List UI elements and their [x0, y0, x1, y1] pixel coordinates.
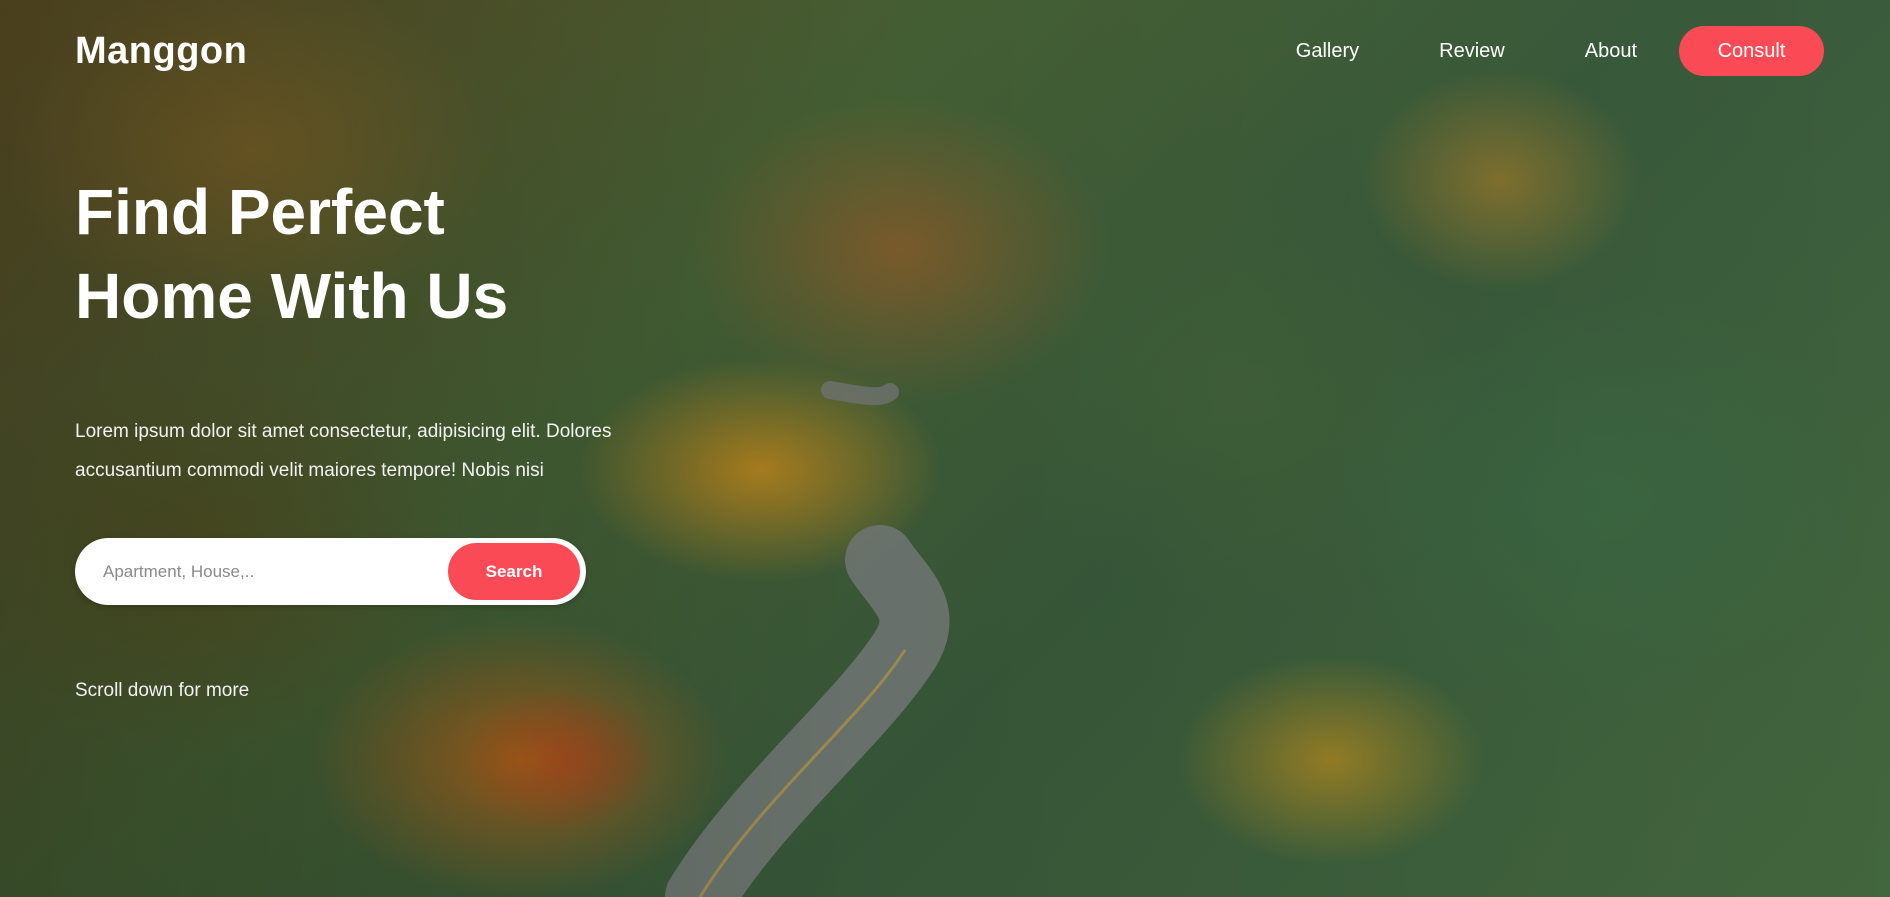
search-button[interactable]: Search: [448, 543, 580, 600]
search-bar: Search: [75, 538, 586, 605]
brand-logo[interactable]: Manggon: [75, 30, 247, 73]
hero-description-line-1: Lorem ipsum dolor sit amet consectetur, …: [75, 421, 612, 442]
hero-title: Find Perfect Home With Us: [75, 170, 508, 338]
hero-title-line-2: Home With Us: [75, 260, 509, 332]
main-nav: Gallery Review About Consult: [1296, 26, 1890, 76]
hero-description: Lorem ipsum dolor sit amet consectetur, …: [75, 412, 675, 490]
search-input[interactable]: [75, 538, 448, 605]
site-header: Manggon Gallery Review About Consult: [0, 0, 1890, 104]
nav-link-about[interactable]: About: [1585, 40, 1637, 63]
consult-button[interactable]: Consult: [1679, 26, 1824, 76]
scroll-down-hint[interactable]: Scroll down for more: [75, 680, 249, 702]
hero-title-line-1: Find Perfect: [75, 176, 445, 248]
nav-link-review[interactable]: Review: [1439, 40, 1505, 63]
hero-description-line-2: accusantium commodi velit maiores tempor…: [75, 460, 544, 481]
nav-link-gallery[interactable]: Gallery: [1296, 40, 1359, 63]
